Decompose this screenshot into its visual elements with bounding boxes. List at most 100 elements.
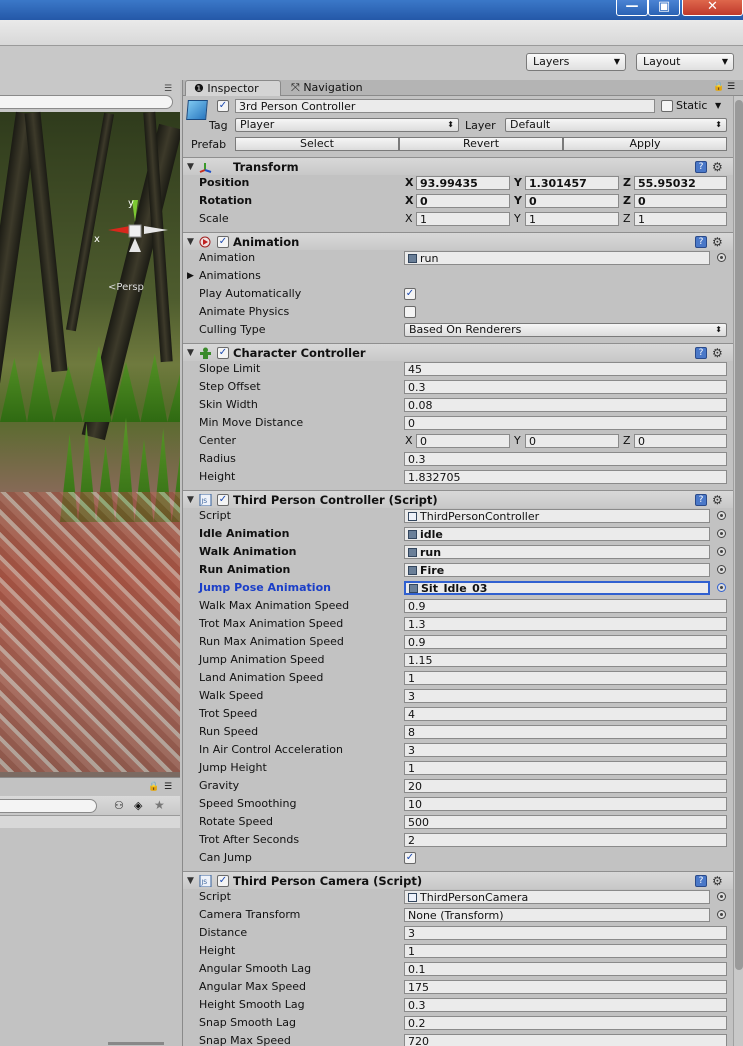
jump-pose-animation-field[interactable]: Sit_Idle_03 [404,581,710,595]
tpcam-header[interactable]: ▼ JS ✓ Third Person Camera (Script) ? ⚙ [183,871,734,889]
maximize-button[interactable]: ▣ [648,0,680,16]
help-icon[interactable]: ? [695,161,707,173]
rotation-y-field[interactable]: 0 [525,194,619,208]
rotate-speed-field[interactable]: 500 [404,815,727,829]
height-field[interactable]: 1.832705 [404,470,727,484]
scale-x-field[interactable]: 1 [416,212,510,226]
object-picker-icon[interactable] [717,583,726,592]
transform-header[interactable]: ▼ Transform ? ⚙ [183,157,734,175]
run-animation-field[interactable]: Fire [404,563,710,577]
tpc-header[interactable]: ▼ JS ✓ Third Person Controller (Script) … [183,490,734,508]
object-picker-icon[interactable] [717,892,726,901]
project-search-input[interactable] [0,799,97,813]
layers-dropdown[interactable]: Layers ▼ [526,53,626,71]
panel-menu-icon[interactable]: ☰ [164,84,172,94]
lock-icon[interactable]: 🔒 [148,782,159,792]
animations-foldout-row[interactable]: ▶ Animations [183,267,734,285]
foldout-closed-icon[interactable]: ▶ [187,267,194,285]
help-icon[interactable]: ? [695,494,707,506]
position-z-field[interactable]: 55.95032 [634,176,727,190]
distance-field[interactable]: 3 [404,926,727,940]
animation-enabled-checkbox[interactable]: ✓ [217,236,229,248]
position-y-field[interactable]: 1.301457 [525,176,619,190]
height-smooth-field[interactable]: 0.3 [404,998,727,1012]
object-picker-icon[interactable] [717,529,726,538]
animate-physics-checkbox[interactable] [404,306,416,318]
tpcam-enabled-checkbox[interactable]: ✓ [217,875,229,887]
scene-search-input[interactable] [0,95,173,109]
tag-icon[interactable]: ◈ [134,799,142,812]
jump-speed-field[interactable]: 1.15 [404,653,727,667]
run-max-field[interactable]: 0.9 [404,635,727,649]
object-active-checkbox[interactable]: ✓ [217,100,229,112]
tpc-enabled-checkbox[interactable]: ✓ [217,494,229,506]
snap-max-field[interactable]: 720 [404,1034,727,1046]
tab-inspector[interactable]: ❶ Inspector [185,80,281,96]
help-icon[interactable]: ? [695,875,707,887]
radius-field[interactable]: 0.3 [404,452,727,466]
lock-icon[interactable]: 🔒 [713,82,724,92]
camera-transform-field[interactable]: None (Transform) [404,908,710,922]
land-speed-field[interactable]: 1 [404,671,727,685]
help-icon[interactable]: ? [695,347,707,359]
animation-clip-field[interactable]: run [404,251,710,265]
idle-animation-field[interactable]: idle [404,527,710,541]
can-jump-checkbox[interactable]: ✓ [404,852,416,864]
culling-type-dropdown[interactable]: Based On Renderers ⬍ [404,323,727,337]
prefab-revert-button[interactable]: Revert [399,137,563,151]
scrollbar-thumb[interactable] [735,100,743,970]
zoom-slider[interactable] [108,1042,164,1045]
character-controller-enabled-checkbox[interactable]: ✓ [217,347,229,359]
slope-limit-field[interactable]: 45 [404,362,727,376]
snap-smooth-field[interactable]: 0.2 [404,1016,727,1030]
chevron-down-icon[interactable]: ▼ [715,101,721,110]
filter-type-icon[interactable]: ⚇ [114,799,124,812]
step-offset-field[interactable]: 0.3 [404,380,727,394]
trot-after-field[interactable]: 2 [404,833,727,847]
trot-speed-field[interactable]: 4 [404,707,727,721]
persp-label[interactable]: <Persp [108,282,144,293]
prefab-select-button[interactable]: Select [235,137,399,151]
layout-dropdown[interactable]: Layout ▼ [636,53,734,71]
layer-dropdown[interactable]: Default ⬍ [505,118,727,132]
angular-max-field[interactable]: 175 [404,980,727,994]
object-name-field[interactable]: 3rd Person Controller [235,99,655,113]
center-x-field[interactable]: 0 [416,434,510,448]
tab-navigation[interactable]: ⤧ Navigation [283,80,383,96]
object-picker-icon[interactable] [717,910,726,919]
help-icon[interactable]: ? [695,236,707,248]
center-y-field[interactable]: 0 [525,434,619,448]
object-picker-icon[interactable] [717,511,726,520]
minimize-button[interactable]: — [616,0,648,16]
project-row[interactable] [0,816,180,828]
scene-gizmo[interactable] [108,200,168,270]
play-automatically-checkbox[interactable]: ✓ [404,288,416,300]
scale-y-field[interactable]: 1 [525,212,619,226]
tpc-script-field[interactable]: ThirdPersonController [404,509,710,523]
walk-speed-field[interactable]: 3 [404,689,727,703]
gravity-field[interactable]: 20 [404,779,727,793]
speed-smoothing-field[interactable]: 10 [404,797,727,811]
walk-animation-field[interactable]: run [404,545,710,559]
object-picker-icon[interactable] [717,547,726,556]
star-icon[interactable]: ★ [154,798,165,812]
inspector-scrollbar[interactable] [733,96,743,1046]
skin-width-field[interactable]: 0.08 [404,398,727,412]
position-x-field[interactable]: 93.99435 [416,176,510,190]
walk-max-field[interactable]: 0.9 [404,599,727,613]
tpcam-script-field[interactable]: ThirdPersonCamera [404,890,710,904]
min-move-field[interactable]: 0 [404,416,727,430]
center-z-field[interactable]: 0 [634,434,727,448]
in-air-field[interactable]: 3 [404,743,727,757]
static-checkbox[interactable] [661,100,673,112]
character-controller-header[interactable]: ▼ ✓ Character Controller ? ⚙ [183,343,734,361]
rotation-x-field[interactable]: 0 [416,194,510,208]
scale-z-field[interactable]: 1 [634,212,727,226]
run-speed-field[interactable]: 8 [404,725,727,739]
close-button[interactable]: ✕ [682,0,743,16]
panel-menu-icon[interactable]: ☰ [727,82,735,92]
object-picker-icon[interactable] [717,565,726,574]
object-picker-icon[interactable] [717,253,726,262]
cam-height-field[interactable]: 1 [404,944,727,958]
angular-smooth-field[interactable]: 0.1 [404,962,727,976]
